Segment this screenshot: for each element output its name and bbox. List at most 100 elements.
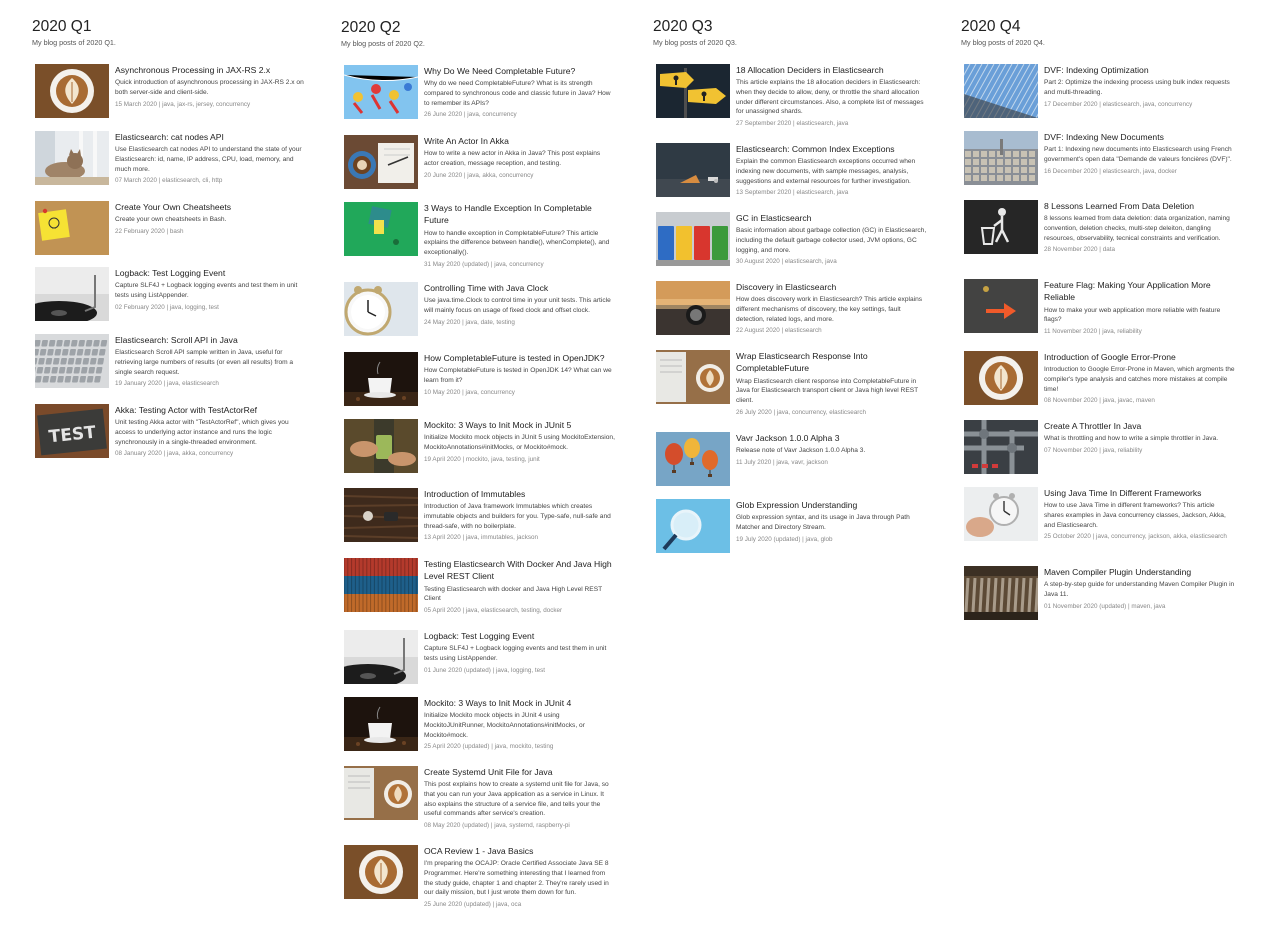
post-item[interactable]: Using Java Time In Different Frameworks H…: [964, 487, 1239, 547]
post-thumbnail[interactable]: [964, 420, 1038, 474]
post-title-link[interactable]: 3 Ways to Handle Exception In Completabl…: [424, 202, 616, 227]
post-title-link[interactable]: Elasticsearch: Common Index Exceptions: [736, 143, 928, 155]
post-item[interactable]: Introduction of Immutables Introduction o…: [344, 488, 619, 548]
post-title-link[interactable]: Write An Actor In Akka: [424, 135, 616, 147]
post-item[interactable]: Why Do We Need Completable Future? Why do…: [344, 65, 619, 125]
post-item[interactable]: Elasticsearch: cat nodes API Use Elastics…: [35, 131, 310, 191]
post-item[interactable]: Maven Compiler Plugin Understanding A ste…: [964, 566, 1239, 626]
post-item[interactable]: Logback: Test Logging Event Capture SLF4J…: [35, 267, 310, 327]
post-title-link[interactable]: Akka: Testing Actor with TestActorRef: [115, 404, 307, 416]
post-thumbnail[interactable]: [344, 135, 418, 189]
post-thumbnail[interactable]: [964, 200, 1038, 254]
post-thumbnail[interactable]: [964, 566, 1038, 620]
post-item[interactable]: Feature Flag: Making Your Application Mo…: [964, 279, 1239, 339]
post-title-link[interactable]: Elasticsearch: cat nodes API: [115, 131, 307, 143]
post-title-link[interactable]: 8 Lessons Learned From Data Deletion: [1044, 200, 1236, 212]
post-item[interactable]: Create Systemd Unit File for Java This po…: [344, 766, 619, 829]
post-thumbnail[interactable]: [344, 202, 418, 256]
post-thumbnail[interactable]: [35, 131, 109, 185]
post-item[interactable]: Asynchronous Processing in JAX-RS 2.x Qui…: [35, 64, 310, 124]
post-title-link[interactable]: GC in Elasticsearch: [736, 212, 928, 224]
post-item[interactable]: DVF: Indexing Optimization Part 2: Optimi…: [964, 64, 1239, 124]
post-item[interactable]: Mockito: 3 Ways to Init Mock in JUnit 4 I…: [344, 697, 619, 757]
post-item[interactable]: Wrap Elasticsearch Response Into Complet…: [656, 350, 931, 416]
post-item[interactable]: Logback: Test Logging Event Capture SLF4J…: [344, 630, 619, 690]
post-thumbnail[interactable]: [344, 558, 418, 612]
post-title-link[interactable]: How CompletableFuture is tested in OpenJ…: [424, 352, 616, 364]
post-thumbnail[interactable]: [964, 131, 1038, 185]
post-thumbnail[interactable]: [344, 352, 418, 406]
post-item[interactable]: 3 Ways to Handle Exception In Completabl…: [344, 202, 619, 268]
post-thumbnail[interactable]: [656, 281, 730, 335]
post-thumbnail[interactable]: [656, 212, 730, 266]
post-title-link[interactable]: DVF: Indexing New Documents: [1044, 131, 1236, 143]
post-thumbnail[interactable]: [656, 499, 730, 553]
post-title-link[interactable]: Vavr Jackson 1.0.0 Alpha 3: [736, 432, 928, 444]
post-thumbnail[interactable]: [656, 432, 730, 486]
post-title-link[interactable]: Introduction of Immutables: [424, 488, 616, 500]
post-title-link[interactable]: Asynchronous Processing in JAX-RS 2.x: [115, 64, 307, 76]
post-item[interactable]: 18 Allocation Deciders in Elasticsearch T…: [656, 64, 931, 127]
post-title-link[interactable]: Testing Elasticsearch With Docker And Ja…: [424, 558, 616, 583]
post-title-link[interactable]: Logback: Test Logging Event: [424, 630, 616, 642]
post-thumbnail[interactable]: [35, 64, 109, 118]
post-title-link[interactable]: Feature Flag: Making Your Application Mo…: [1044, 279, 1236, 304]
post-title-link[interactable]: Maven Compiler Plugin Understanding: [1044, 566, 1236, 578]
post-item[interactable]: Controlling Time with Java Clock Use java…: [344, 282, 619, 342]
post-item[interactable]: Elasticsearch: Common Index Exceptions Ex…: [656, 143, 931, 203]
post-thumbnail[interactable]: [656, 64, 730, 118]
post-item[interactable]: How CompletableFuture is tested in OpenJ…: [344, 352, 619, 412]
post-title-link[interactable]: Discovery in Elasticsearch: [736, 281, 928, 293]
post-thumbnail[interactable]: [344, 65, 418, 119]
post-title-link[interactable]: Wrap Elasticsearch Response Into Complet…: [736, 350, 928, 375]
post-thumbnail[interactable]: [344, 845, 418, 899]
post-thumbnail[interactable]: [35, 267, 109, 321]
post-title-link[interactable]: Why Do We Need Completable Future?: [424, 65, 616, 77]
post-title-link[interactable]: Mockito: 3 Ways to Init Mock in JUnit 4: [424, 697, 616, 709]
post-item[interactable]: OCA Review 1 - Java Basics I'm preparing …: [344, 845, 619, 908]
post-thumbnail[interactable]: [656, 143, 730, 197]
post-item[interactable]: Discovery in Elasticsearch How does disco…: [656, 281, 931, 341]
post-thumbnail[interactable]: [344, 419, 418, 473]
post-thumbnail[interactable]: [35, 334, 109, 388]
post-title-link[interactable]: Glob Expression Understanding: [736, 499, 928, 511]
post-thumbnail[interactable]: [964, 64, 1038, 118]
post-thumbnail[interactable]: [344, 630, 418, 684]
post-item[interactable]: GC in Elasticsearch Basic information abo…: [656, 212, 931, 272]
post-title-link[interactable]: Elasticsearch: Scroll API in Java: [115, 334, 307, 346]
post-text: Mockito: 3 Ways to Init Mock in JUnit 5 I…: [424, 419, 616, 464]
post-item[interactable]: 8 Lessons Learned From Data Deletion 8 le…: [964, 200, 1239, 260]
post-thumbnail[interactable]: [35, 201, 109, 255]
post-title-link[interactable]: Create Systemd Unit File for Java: [424, 766, 616, 778]
post-title-link[interactable]: Controlling Time with Java Clock: [424, 282, 616, 294]
post-thumbnail[interactable]: [344, 766, 418, 820]
post-title-link[interactable]: Using Java Time In Different Frameworks: [1044, 487, 1236, 499]
post-title-link[interactable]: Mockito: 3 Ways to Init Mock in JUnit 5: [424, 419, 616, 431]
post-title-link[interactable]: Create Your Own Cheatsheets: [115, 201, 307, 213]
post-title-link[interactable]: Introduction of Google Error-Prone: [1044, 351, 1236, 363]
post-item[interactable]: Elasticsearch: Scroll API in Java Elastic…: [35, 334, 310, 394]
post-thumbnail[interactable]: [656, 350, 730, 404]
post-thumbnail[interactable]: TEST: [35, 404, 109, 458]
post-title-link[interactable]: Logback: Test Logging Event: [115, 267, 307, 279]
post-thumbnail[interactable]: [344, 488, 418, 542]
post-item[interactable]: Mockito: 3 Ways to Init Mock in JUnit 5 I…: [344, 419, 619, 479]
post-item[interactable]: Create A Throttler In Java What is thrott…: [964, 420, 1239, 480]
post-thumbnail[interactable]: [344, 697, 418, 751]
post-title-link[interactable]: Create A Throttler In Java: [1044, 420, 1236, 432]
post-thumbnail[interactable]: [964, 351, 1038, 405]
post-item[interactable]: TEST Akka: Testing Actor with TestActorRe…: [35, 404, 310, 464]
post-thumbnail[interactable]: [344, 282, 418, 336]
post-title-link[interactable]: OCA Review 1 - Java Basics: [424, 845, 616, 857]
post-item[interactable]: Glob Expression Understanding Glob expres…: [656, 499, 931, 559]
post-title-link[interactable]: DVF: Indexing Optimization: [1044, 64, 1236, 76]
post-item[interactable]: Write An Actor In Akka How to write a new…: [344, 135, 619, 195]
post-item[interactable]: Create Your Own Cheatsheets Create your o…: [35, 201, 310, 261]
post-item[interactable]: Introduction of Google Error-Prone Introd…: [964, 351, 1239, 411]
post-item[interactable]: DVF: Indexing New Documents Part 1: Index…: [964, 131, 1239, 191]
post-thumbnail[interactable]: [964, 279, 1038, 333]
post-item[interactable]: Vavr Jackson 1.0.0 Alpha 3 Release note o…: [656, 432, 931, 492]
post-title-link[interactable]: 18 Allocation Deciders in Elasticsearch: [736, 64, 928, 76]
post-thumbnail[interactable]: [964, 487, 1038, 541]
post-item[interactable]: Testing Elasticsearch With Docker And Ja…: [344, 558, 619, 618]
